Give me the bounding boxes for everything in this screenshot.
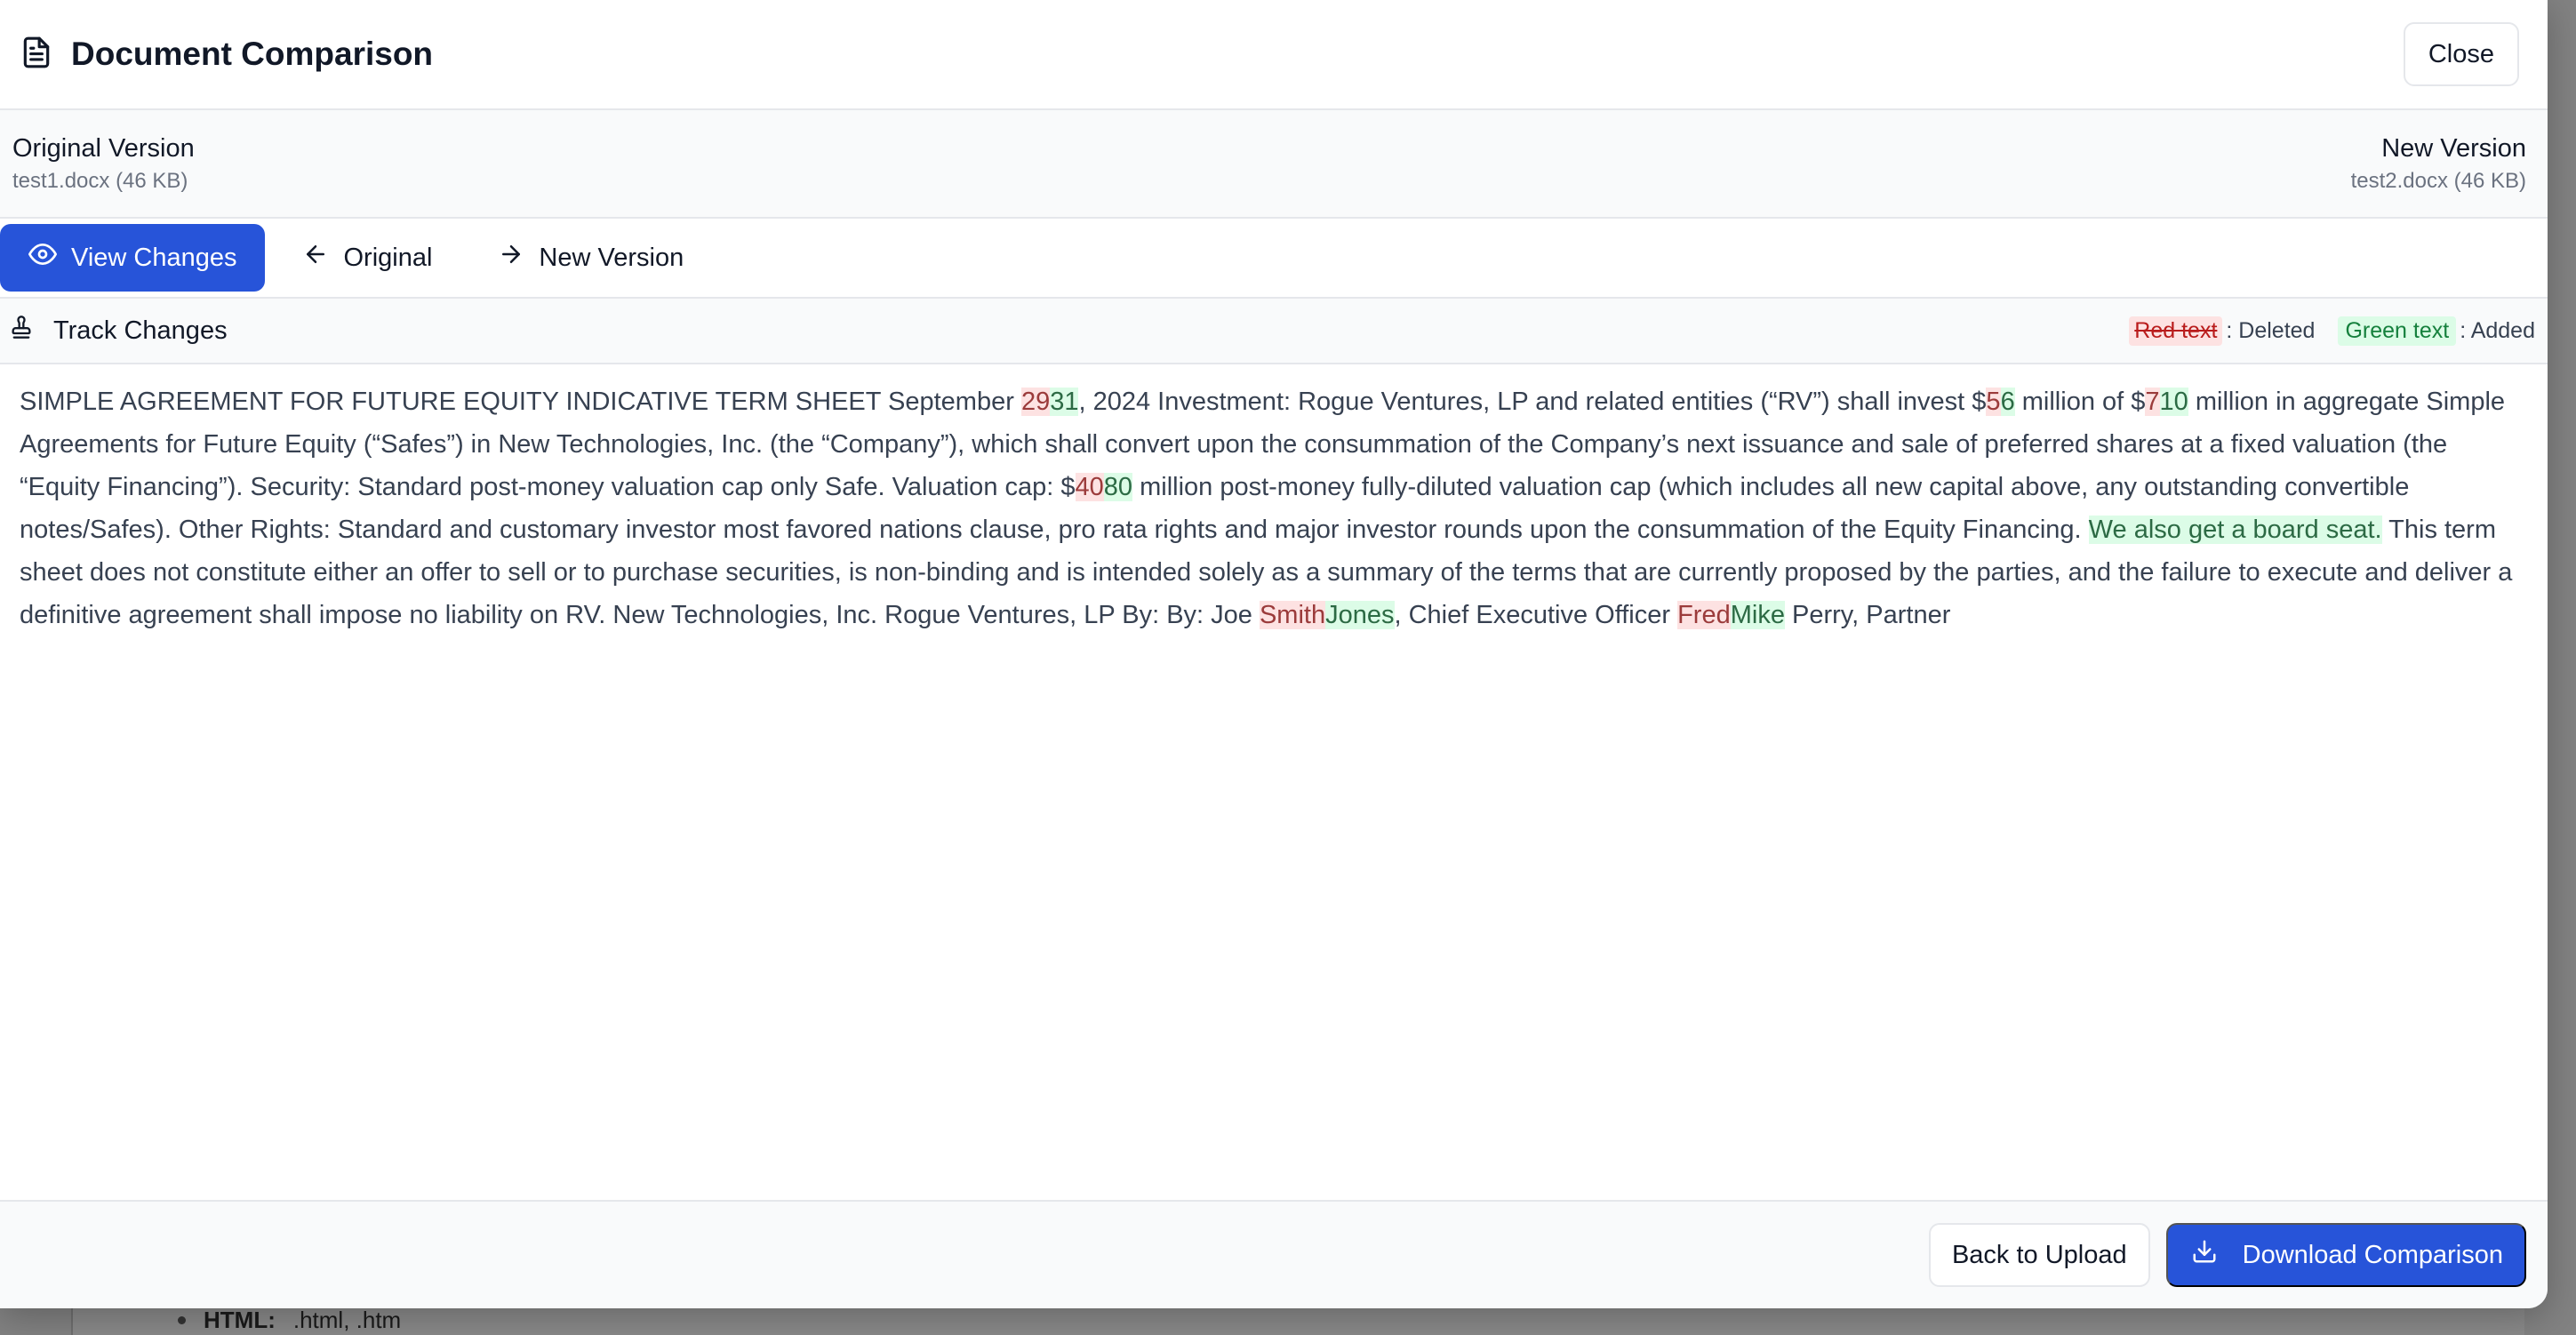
- deleted-text: 40: [1075, 473, 1104, 501]
- modal-footer: Back to Upload Download Comparison: [0, 1200, 2548, 1308]
- tab-original[interactable]: Original: [274, 224, 460, 292]
- original-version-info: Original Version test1.docx (46 KB): [12, 134, 195, 194]
- unchanged-text: , 2024 Investment: Rogue Ventures, LP an…: [1078, 388, 1987, 416]
- close-button[interactable]: Close: [2403, 22, 2519, 86]
- back-to-upload-button[interactable]: Back to Upload: [1928, 1223, 2150, 1287]
- new-version-info: New Version test2.docx (46 KB): [2351, 134, 2526, 194]
- deleted-text: Fred: [1677, 601, 1731, 629]
- track-changes-heading: Track Changes: [9, 314, 228, 348]
- background-bullet: HTML: .html, .htm: [178, 1307, 401, 1334]
- tab-new-version[interactable]: New Version: [469, 224, 712, 292]
- new-version-file: test2.docx (46 KB): [2350, 168, 2526, 193]
- added-text: 31: [1050, 388, 1079, 416]
- versions-bar: Original Version test1.docx (46 KB) New …: [0, 110, 2548, 219]
- unchanged-text: SIMPLE AGREEMENT FOR FUTURE EQUITY INDIC…: [20, 388, 1021, 416]
- legend-added-sample: Green text: [2338, 316, 2457, 346]
- original-version-file: test1.docx (46 KB): [12, 168, 188, 193]
- added-text: 6: [2000, 388, 2015, 416]
- track-changes-title: Track Changes: [53, 316, 228, 345]
- bullet-value: .html, .htm: [292, 1307, 402, 1333]
- deleted-text: 7: [2145, 388, 2160, 416]
- download-icon: [2191, 1238, 2218, 1272]
- tab-view-changes[interactable]: View Changes: [0, 224, 266, 292]
- added-text: Jones: [1325, 601, 1395, 629]
- deleted-text: Smith: [1259, 601, 1326, 629]
- legend-deleted-sample: Red text: [2129, 316, 2223, 346]
- unchanged-text: , Chief Executive Officer: [1394, 601, 1678, 629]
- deleted-text: 5: [1986, 388, 2001, 416]
- unchanged-text: Perry, Partner: [1784, 601, 1951, 629]
- deleted-text: 29: [1020, 388, 1051, 416]
- original-version-title: Original Version: [12, 133, 195, 163]
- download-comparison-button[interactable]: Download Comparison: [2165, 1223, 2526, 1287]
- track-changes-bar: Track Changes Red text : Deleted Green t…: [0, 299, 2548, 364]
- stamp-icon: [9, 314, 34, 348]
- added-text: We also get a board seat.: [2088, 516, 2382, 544]
- added-text: 80: [1103, 473, 1133, 501]
- eye-icon: [28, 240, 57, 276]
- modal-title: Document Comparison: [71, 36, 434, 72]
- document-icon: [20, 35, 53, 75]
- added-text: 10: [2159, 388, 2188, 416]
- header-left: Document Comparison: [20, 35, 433, 75]
- arrow-left-icon: [302, 241, 329, 275]
- added-text: Mike: [1730, 601, 1785, 629]
- comparison-content: SIMPLE AGREEMENT FOR FUTURE EQUITY INDIC…: [0, 364, 2548, 1200]
- arrow-right-icon: [498, 241, 524, 275]
- unchanged-text: million of $: [2014, 388, 2146, 416]
- comparison-modal: Document Comparison Close Original Versi…: [0, 0, 2548, 1308]
- bullet-label: HTML:: [204, 1307, 276, 1333]
- change-legend: Red text : Deleted Green text : Added: [2129, 316, 2535, 346]
- legend-deleted-desc: : Deleted: [2226, 317, 2316, 343]
- legend-added-desc: : Added: [2460, 317, 2535, 343]
- tab-new-version-label: New Version: [539, 243, 684, 272]
- view-tabs: View Changes Original New Version: [0, 219, 2548, 299]
- bullet-dot: [178, 1316, 186, 1324]
- tab-original-label: Original: [343, 243, 433, 272]
- download-comparison-label: Download Comparison: [2242, 1240, 2503, 1269]
- tab-view-changes-label: View Changes: [71, 243, 237, 272]
- new-version-title: New Version: [2381, 133, 2526, 163]
- modal-header: Document Comparison Close: [0, 0, 2548, 110]
